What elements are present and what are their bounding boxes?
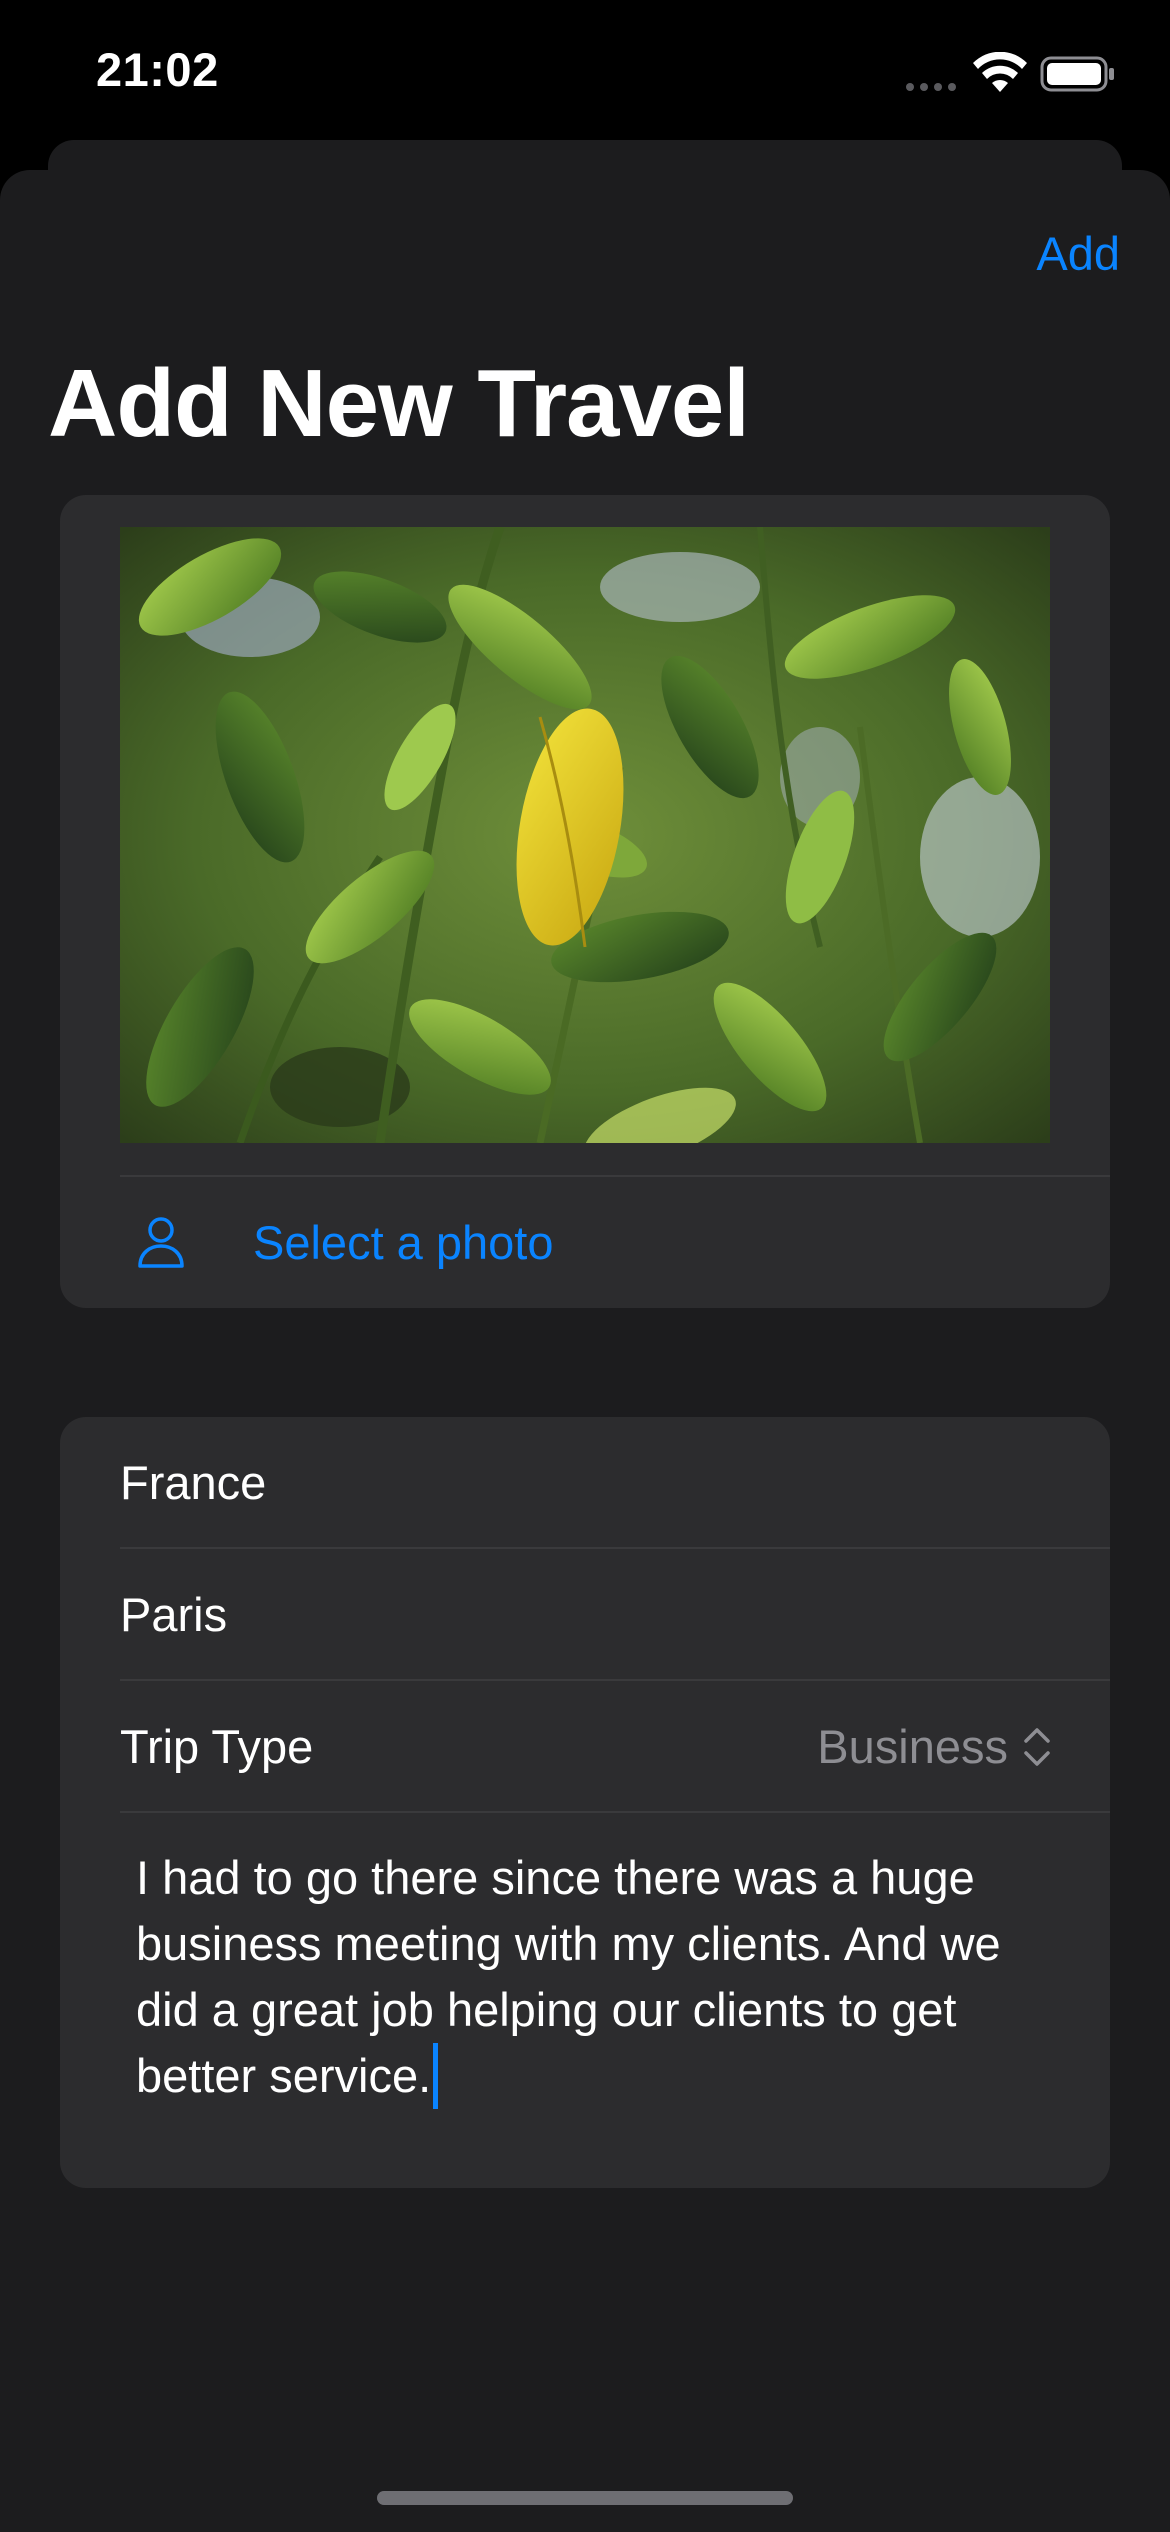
cellular-signal-icon [906, 83, 956, 91]
text-cursor [433, 2043, 439, 2109]
home-indicator[interactable] [377, 2491, 793, 2505]
city-value: Paris [120, 1588, 228, 1641]
status-time: 21:02 [96, 43, 219, 96]
page-title: Add New Travel [48, 350, 750, 457]
row-divider [120, 1811, 1110, 1813]
photo-section: Select a photo [60, 495, 1110, 1308]
notes-text: I had to go there since there was a huge… [136, 1851, 1001, 2102]
wifi-icon [973, 52, 1027, 92]
country-value: France [120, 1456, 267, 1509]
country-field[interactable]: France [60, 1417, 1110, 1548]
notes-text-editor[interactable]: I had to go there since there was a huge… [136, 1845, 1076, 2109]
select-photo-label: Select a photo [253, 1216, 554, 1269]
selected-photo [120, 527, 1050, 1143]
person-icon [138, 1217, 184, 1268]
trip-type-selected: Business [817, 1720, 1008, 1773]
trip-type-picker[interactable]: Trip Type Business [60, 1681, 1110, 1812]
leaf-photo-image [120, 527, 1050, 1143]
trip-type-value: Business [817, 1719, 1052, 1774]
travel-details-section: France Paris Trip Type Business I had to… [60, 1417, 1110, 2188]
select-photo-button[interactable]: Select a photo [60, 1177, 1110, 1308]
battery-icon [1040, 56, 1114, 92]
trip-type-label: Trip Type [120, 1720, 314, 1773]
chevron-up-down-icon [1024, 1727, 1050, 1766]
add-travel-sheet: Add Add New Travel Select a photo France… [0, 170, 1170, 2532]
status-bar: 21:02 [0, 0, 1170, 150]
add-button[interactable]: Add [1036, 226, 1120, 281]
city-field[interactable]: Paris [60, 1549, 1110, 1680]
